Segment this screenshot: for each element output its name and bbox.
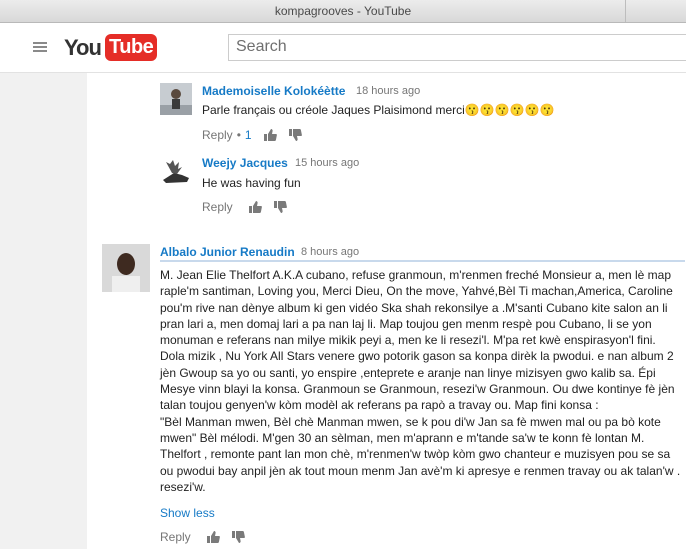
comment-author[interactable]: Mademoiselle Kolokéètte bbox=[202, 84, 345, 98]
reply-button[interactable]: Reply bbox=[202, 128, 233, 142]
thumbs-up-icon[interactable] bbox=[248, 200, 262, 214]
hamburger-menu-icon[interactable] bbox=[33, 42, 47, 52]
avatar[interactable] bbox=[160, 156, 192, 188]
avatar-photo-icon bbox=[102, 244, 150, 292]
avatar[interactable] bbox=[160, 83, 192, 115]
reply-button[interactable]: Reply bbox=[160, 530, 191, 544]
avatar-photo-icon bbox=[160, 83, 192, 115]
thumbs-down-icon[interactable] bbox=[288, 128, 303, 142]
thumbs-down-icon[interactable] bbox=[273, 200, 288, 214]
logo-tube-text: Tube bbox=[105, 34, 158, 61]
avatar[interactable] bbox=[102, 244, 150, 292]
tab-divider bbox=[625, 0, 626, 22]
youtube-header: You Tube bbox=[0, 23, 686, 73]
window-titlebar: kompagrooves - YouTube bbox=[0, 0, 686, 23]
comment-text: He was having fun bbox=[202, 176, 301, 190]
winged-shoe-avatar-icon bbox=[163, 160, 189, 183]
comment-actions: Reply bbox=[202, 199, 295, 215]
thumbs-up-icon[interactable] bbox=[263, 128, 277, 142]
comment-text: M. Jean Elie Thelfort A.K.A cubano, refu… bbox=[160, 268, 681, 494]
logo-you-text: You bbox=[64, 35, 102, 60]
comment-time[interactable]: 18 hours ago bbox=[356, 85, 420, 97]
like-count: 1 bbox=[244, 127, 252, 142]
separator-dot: • bbox=[236, 127, 241, 142]
reply-button[interactable]: Reply bbox=[202, 200, 233, 214]
comments-panel: Mademoiselle Kolokéètte 18 hours ago Par… bbox=[87, 73, 686, 549]
comment-actions: Reply • 1 bbox=[202, 127, 310, 143]
comment-time[interactable]: 15 hours ago bbox=[295, 157, 359, 169]
thumbs-down-icon[interactable] bbox=[231, 530, 246, 544]
comment-text: Parle français ou créole Jaques Plaisimo… bbox=[202, 103, 555, 117]
thumbs-up-icon[interactable] bbox=[206, 530, 220, 544]
comment-author[interactable]: Albalo Junior Renaudin bbox=[160, 245, 295, 259]
show-less-link[interactable]: Show less bbox=[160, 506, 215, 520]
window-title: kompagrooves - YouTube bbox=[274, 4, 412, 18]
search-box[interactable] bbox=[228, 34, 686, 61]
search-input[interactable] bbox=[229, 35, 673, 59]
comment-highlight-bar bbox=[160, 260, 685, 262]
comment-time[interactable]: 8 hours ago bbox=[301, 246, 359, 258]
comment-actions: Reply bbox=[160, 529, 253, 545]
comment-author[interactable]: Weejy Jacques bbox=[202, 156, 288, 170]
